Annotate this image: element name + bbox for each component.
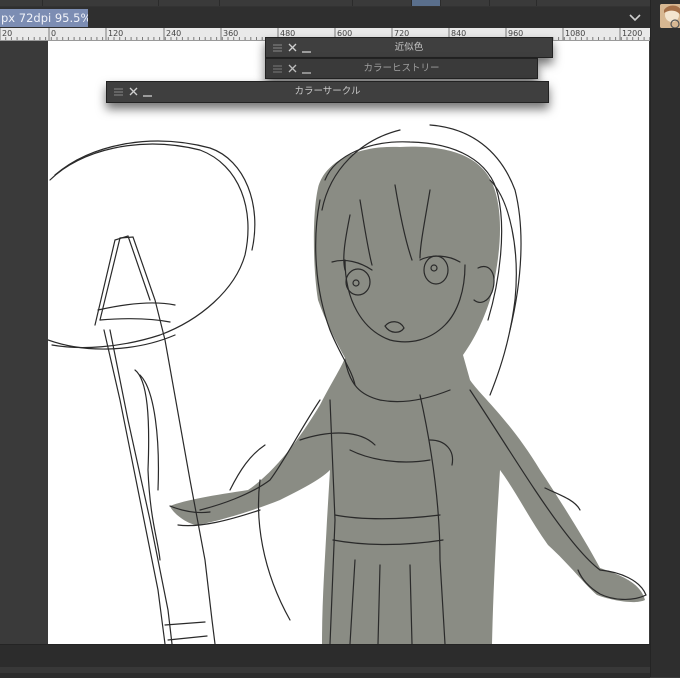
toolbar-segment[interactable] [537, 0, 651, 6]
document-tab[interactable]: px 72dpi 95.5%) [0, 9, 88, 27]
hamburger-icon[interactable] [113, 84, 124, 99]
hamburger-icon[interactable] [272, 40, 283, 55]
ruler-label: 360 [223, 29, 238, 38]
ruler-label: 1200 [622, 29, 642, 38]
close-icon[interactable] [287, 40, 298, 55]
minimize-icon[interactable] [301, 61, 312, 76]
ruler-label: 120 [108, 29, 123, 38]
document-tab-bar: px 72dpi 95.5%) [0, 7, 650, 28]
bottom-status-bar [0, 644, 650, 678]
color-history-panel[interactable]: カラーヒストリー [265, 58, 538, 79]
ruler-label: 1080 [565, 29, 585, 38]
color-wheel-panel[interactable]: カラーサークル [106, 81, 549, 103]
sketch-artwork [48, 124, 647, 644]
toolbar-segment[interactable] [490, 0, 537, 6]
toolbar-segment[interactable] [353, 0, 412, 6]
ruler-label: 0 [51, 29, 56, 38]
toolbar-segment[interactable] [220, 0, 353, 6]
scrollbar-track[interactable] [0, 667, 650, 673]
toolbar-segment[interactable] [441, 0, 490, 6]
hamburger-icon[interactable] [272, 61, 283, 76]
toolbar-segment[interactable] [43, 0, 159, 6]
panel-title: カラーサークル [294, 86, 361, 97]
toolbar-segment[interactable] [0, 0, 43, 6]
minimize-icon[interactable] [301, 40, 312, 55]
minimize-icon[interactable] [142, 84, 153, 99]
similar-colors-panel[interactable]: 近似色 [265, 37, 553, 58]
right-sidebar [650, 0, 680, 677]
ruler-label: 240 [166, 29, 181, 38]
flat-fill-layer [170, 146, 645, 644]
avatar[interactable] [660, 4, 680, 28]
drawing-canvas[interactable] [48, 41, 649, 644]
chevron-down-icon[interactable] [626, 10, 644, 26]
toolbar-segment[interactable] [159, 0, 220, 6]
close-icon[interactable] [128, 84, 139, 99]
vertical-ruler [0, 41, 8, 644]
toolbar-segment-active[interactable] [412, 0, 441, 6]
ruler-label: 20 [2, 29, 12, 38]
close-icon[interactable] [287, 61, 298, 76]
